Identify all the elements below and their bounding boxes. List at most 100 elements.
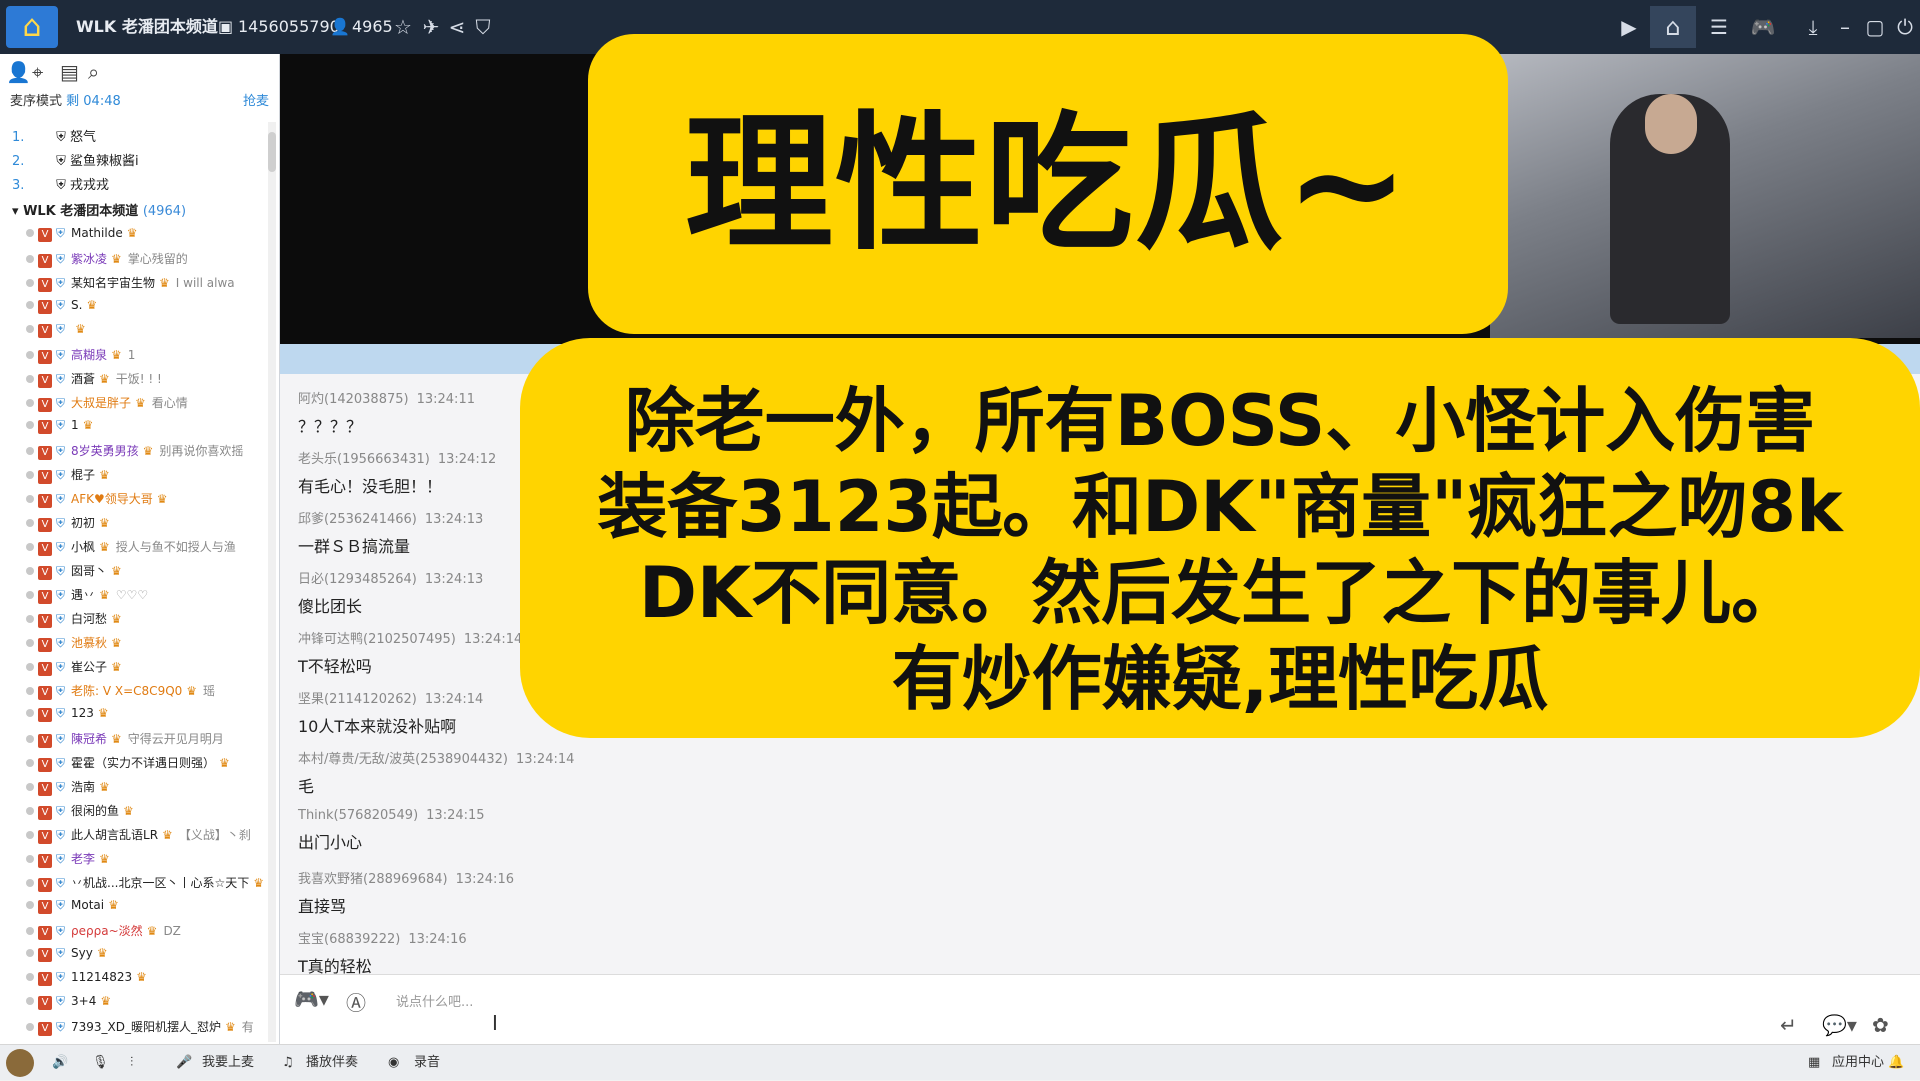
- member-row[interactable]: V ⛨ 霍霍（实力不详遇日则强） ♛: [26, 754, 276, 774]
- minimize-icon[interactable]: –: [1832, 14, 1858, 40]
- mixer-icon[interactable]: ⫶: [130, 1045, 133, 1081]
- member-row[interactable]: V ⛨ 123 ♛: [26, 706, 276, 726]
- member-row[interactable]: V ⛨ 崔公子 ♛: [26, 658, 276, 678]
- mic-up-icon[interactable]: 🎤: [176, 1045, 192, 1081]
- speaker-icon[interactable]: 🔊: [52, 1045, 68, 1081]
- chat-user[interactable]: 老头乐(1956663431): [298, 452, 430, 467]
- chat-user[interactable]: 阿灼(142038875): [298, 392, 409, 407]
- crown-medal-icon: ♛: [146, 924, 158, 938]
- member-row[interactable]: V ⛨ 白河愁 ♛: [26, 610, 276, 630]
- queue-item[interactable]: 3. ⛨ 戎戎戎: [12, 174, 109, 193]
- member-row[interactable]: V ⛨ 高糊泉 ♛ 1: [26, 346, 276, 366]
- member-row[interactable]: V ⛨ ρeρρa~淡然 ♛ DZ: [26, 922, 276, 942]
- queue-item[interactable]: 2. ⛨ 鲨鱼辣椒酱i: [12, 150, 139, 169]
- member-row[interactable]: V ⛨ AFK♥领导大哥 ♛: [26, 490, 276, 510]
- chat-user[interactable]: 冲锋可达鸭(2102507495): [298, 632, 456, 647]
- member-row[interactable]: V ⛨ 紫冰凌 ♛ 掌心残留的: [26, 250, 276, 270]
- member-row[interactable]: V ⛨ 3+4 ♛: [26, 994, 276, 1014]
- member-row[interactable]: V ⛨ 初初 ♛: [26, 514, 276, 534]
- mic-icon[interactable]: 🎙: [92, 1045, 109, 1081]
- plane-icon[interactable]: ✈: [418, 14, 444, 40]
- flower-icon[interactable]: ✿: [1872, 1013, 1889, 1037]
- channel-node-name: WLK 老潘团本频道: [23, 204, 139, 219]
- restore-icon[interactable]: ▢: [1862, 14, 1888, 40]
- record-button[interactable]: 录音: [414, 1045, 440, 1081]
- member-row[interactable]: V ⛨ 囡哥丶 ♛: [26, 562, 276, 582]
- record-icon[interactable]: ▶: [1616, 14, 1642, 40]
- member-name: 遇丷: [71, 588, 96, 602]
- member-row[interactable]: V ⛨ 7393_XD_暖阳机摆人_怼炉 ♛ 有: [26, 1018, 276, 1038]
- record-button-icon[interactable]: ◉: [388, 1045, 399, 1081]
- chat-user[interactable]: 宝宝(68839222): [298, 932, 400, 947]
- member-row[interactable]: V ⛨ 陳冠希 ♛ 守得云开见月明月: [26, 730, 276, 750]
- download-icon[interactable]: ⤓: [1800, 14, 1826, 40]
- member-row[interactable]: V ⛨ 遇丷 ♛ ♡♡♡: [26, 586, 276, 606]
- chat-message: 坚果(2114120262) 13:24:14 10人T本来就没补贴啊: [298, 688, 483, 737]
- member-row[interactable]: V ⛨ 棍子 ♛: [26, 466, 276, 486]
- mic-up-button[interactable]: 我要上麦: [202, 1045, 254, 1081]
- text-cursor-icon: I: [492, 1011, 498, 1035]
- send-icon[interactable]: ↵: [1780, 1013, 1797, 1037]
- home-icon[interactable]: ⌂: [1650, 6, 1696, 48]
- vip-badge-icon: V: [38, 566, 52, 580]
- chat-bubble-icon[interactable]: 💬▾: [1822, 1013, 1857, 1037]
- member-row[interactable]: V ⛨ 池慕秋 ♛: [26, 634, 276, 654]
- music-icon[interactable]: ♫: [282, 1045, 294, 1081]
- member-row[interactable]: V ⛨ Motai ♛: [26, 898, 276, 918]
- gamepad-emoji-icon[interactable]: 🎮▾: [294, 987, 329, 1011]
- apps-icon[interactable]: ▦: [1808, 1045, 1820, 1081]
- member-row[interactable]: V ⛨ ♛: [26, 322, 276, 342]
- member-row[interactable]: V ⛨ 8岁英勇男孩 ♛ 别再说你喜欢摇: [26, 442, 276, 462]
- member-name: 陳冠希: [71, 732, 108, 746]
- chat-input[interactable]: 说点什么吧...: [396, 991, 473, 1010]
- list-icon[interactable]: ☰: [1706, 14, 1732, 40]
- crown-medal-icon: ♛: [99, 372, 110, 386]
- person-icon[interactable]: 👤: [6, 60, 31, 84]
- share-icon[interactable]: ⋖: [444, 14, 470, 40]
- avatar[interactable]: [6, 1049, 34, 1077]
- bell-icon[interactable]: 🔔: [1888, 1045, 1904, 1081]
- member-row[interactable]: V ⛨ 很闲的鱼 ♛: [26, 802, 276, 822]
- queue-item[interactable]: 1. ⛨ 怒气: [12, 126, 96, 145]
- vip-badge-icon: V: [38, 972, 52, 986]
- scrollbar-thumb[interactable]: [268, 132, 276, 172]
- shield-icon[interactable]: ⛉: [470, 14, 496, 40]
- member-row[interactable]: V ⛨ 小枫 ♛ 授人与鱼不如授人与渔: [26, 538, 276, 558]
- member-row[interactable]: V ⛨ S. ♛: [26, 298, 276, 318]
- notes-icon[interactable]: ▤: [60, 60, 79, 84]
- location-icon[interactable]: ⌖: [32, 60, 43, 84]
- app-center-button[interactable]: 应用中心: [1832, 1045, 1884, 1081]
- member-row[interactable]: V ⛨ 大叔是胖子 ♛ 看心情: [26, 394, 276, 414]
- member-row[interactable]: V ⛨ Mathilde ♛: [26, 226, 276, 246]
- member-row[interactable]: V ⛨ 酒蒼 ♛ 干饭! ! !: [26, 370, 276, 390]
- member-row[interactable]: V ⛨ 1 ♛: [26, 418, 276, 438]
- star-icon[interactable]: ☆: [390, 14, 416, 40]
- member-row[interactable]: V ⛨ 11214823 ♛: [26, 970, 276, 990]
- play-music-button[interactable]: 播放伴奏: [306, 1045, 358, 1081]
- grab-mic-button[interactable]: 抢麦: [243, 90, 269, 109]
- member-row[interactable]: V ⛨ 此人胡言乱语LR ♛ 【义战】丶刹: [26, 826, 276, 846]
- search-icon[interactable]: ⌕: [88, 60, 99, 84]
- member-signature: 守得云开见月明月: [127, 732, 224, 746]
- house-logo-icon[interactable]: ⌂: [6, 6, 58, 48]
- member-row[interactable]: V ⛨ 老陈: V X=C8C9Q0 ♛ 瑶: [26, 682, 276, 702]
- power-icon[interactable]: ⏻: [1892, 14, 1918, 40]
- member-row[interactable]: V ⛨ 某知名宇宙生物 ♛ I will alwa: [26, 274, 276, 294]
- member-row[interactable]: V ⛨ 老李 ♛: [26, 850, 276, 870]
- expand-icon[interactable]: ▾: [12, 204, 23, 219]
- chat-user[interactable]: 我喜欢野猪(288969684): [298, 872, 448, 887]
- member-row[interactable]: V ⛨ 浩南 ♛: [26, 778, 276, 798]
- member-row[interactable]: V ⛨ 丷机战...北京一区丶丨心系☆天下 ♛: [26, 874, 276, 894]
- member-icon: ⛨: [56, 418, 66, 432]
- chat-user[interactable]: 日必(1293485264): [298, 572, 417, 587]
- chat-user[interactable]: 邱爹(2536241466): [298, 512, 417, 527]
- member-name: 8岁英勇男孩: [71, 444, 139, 458]
- gamepad-icon[interactable]: 🎮: [1750, 14, 1776, 40]
- chat-text: 傻比团长: [298, 597, 363, 616]
- chat-user[interactable]: Think(576820549): [298, 808, 418, 823]
- member-row[interactable]: V ⛨ Syy ♛: [26, 946, 276, 966]
- chat-user[interactable]: 本村/尊贵/无敌/波英(2538904432): [298, 752, 508, 767]
- chat-user[interactable]: 坚果(2114120262): [298, 692, 417, 707]
- channel-node[interactable]: ▾ WLK 老潘团本频道 (4964): [12, 200, 186, 219]
- font-style-icon[interactable]: Ⓐ: [346, 987, 366, 1016]
